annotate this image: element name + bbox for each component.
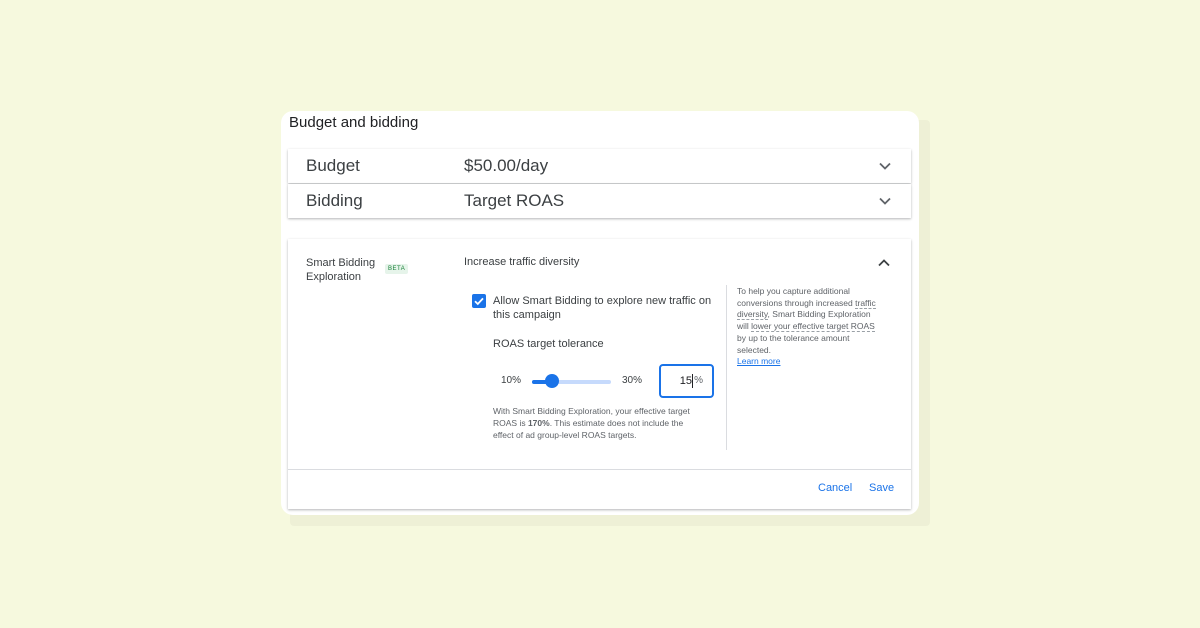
learn-more-link[interactable]: Learn more	[737, 356, 877, 368]
tolerance-slider-track[interactable]	[532, 380, 611, 384]
card-title: Budget and bidding	[289, 114, 419, 131]
explore-checkbox[interactable]	[472, 294, 486, 308]
check-icon	[474, 297, 484, 306]
slider-max-label: 30%	[622, 375, 643, 386]
exploration-panel: Smart Bidding Exploration BETA Increase …	[288, 239, 911, 509]
tolerance-slider-thumb[interactable]	[544, 374, 559, 388]
help-text: To help you capture additional conversio…	[737, 286, 877, 368]
exploration-title: Increase traffic diversity	[464, 256, 580, 268]
slider-min-label: 10%	[501, 375, 522, 386]
estimate-text: With Smart Bidding Exploration, your eff…	[493, 405, 693, 441]
help-part3: by up to the tolerance amount selected.	[737, 332, 850, 355]
beta-badge: BETA	[385, 264, 409, 274]
footer-divider	[288, 469, 911, 470]
exploration-label: Smart Bidding Exploration	[306, 257, 376, 283]
estimate-value: 170%	[527, 418, 550, 428]
budget-value: $50.00/day	[464, 156, 549, 175]
chevron-down-icon[interactable]	[877, 193, 893, 209]
tolerance-input-value: 15	[679, 375, 692, 387]
tolerance-input[interactable]: 15 %	[659, 364, 714, 398]
help-part1: To help you capture additional conversio…	[737, 286, 856, 308]
vertical-divider	[726, 285, 727, 450]
lower-roas-tooltip[interactable]: lower your effective target ROAS	[751, 321, 875, 333]
bidding-label: Bidding	[306, 191, 363, 210]
save-button[interactable]: Save	[869, 482, 894, 494]
cancel-button[interactable]: Cancel	[818, 482, 852, 494]
budget-bidding-card: Budget and bidding Budget $50.00/day Bid…	[281, 111, 919, 515]
budget-label: Budget	[306, 156, 360, 175]
budget-row[interactable]: Budget $50.00/day	[288, 149, 911, 183]
text-caret	[692, 374, 693, 388]
bidding-row[interactable]: Bidding Target ROAS	[288, 184, 911, 218]
percent-sign: %	[694, 375, 703, 386]
chevron-down-icon[interactable]	[877, 158, 893, 174]
explore-checkbox-label[interactable]: Allow Smart Bidding to explore new traff…	[493, 294, 723, 322]
tolerance-title: ROAS target tolerance	[493, 338, 604, 350]
bidding-value: Target ROAS	[464, 191, 565, 210]
chevron-up-icon[interactable]	[876, 255, 892, 271]
